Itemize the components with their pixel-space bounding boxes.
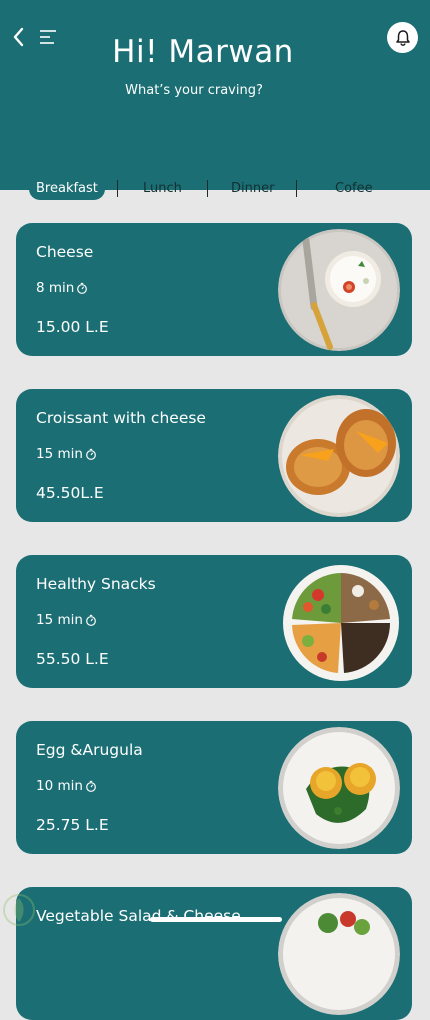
food-name: Vegetable Salad & Cheese — [36, 907, 241, 925]
tab-dinner[interactable]: Dinner — [231, 178, 274, 200]
timer-icon — [77, 282, 88, 294]
timer-icon — [86, 448, 96, 460]
tab-cofee[interactable]: Cofee — [335, 178, 373, 200]
prep-time: 15 min — [36, 446, 97, 462]
food-card-healthy-snacks[interactable]: Healthy Snacks 15 min 55.50 L.E — [16, 555, 412, 688]
food-card-croissant[interactable]: Croissant with cheese 15 min 45.50L.E — [16, 389, 412, 522]
snacks-plate-image — [278, 561, 400, 683]
food-card-vegetable-salad[interactable]: Vegetable Salad & Cheese — [16, 887, 412, 1020]
tab-divider — [117, 180, 118, 197]
timer-icon — [86, 614, 96, 626]
tab-breakfast[interactable]: Breakfast — [29, 178, 105, 200]
food-price: 25.75 L.E — [36, 816, 109, 834]
prep-time-value: 10 min — [36, 778, 83, 794]
food-price: 45.50L.E — [36, 484, 104, 502]
tab-lunch[interactable]: Lunch — [143, 178, 182, 200]
food-card-cheese[interactable]: Cheese 8 min 15.00 L.E — [16, 223, 412, 356]
salad-plate-image — [278, 893, 400, 1015]
food-price: 55.50 L.E — [36, 650, 109, 668]
prep-time: 10 min — [36, 778, 97, 794]
prep-time-value: 15 min — [36, 446, 83, 462]
food-name: Croissant with cheese — [36, 409, 206, 427]
croissant-plate-image — [278, 395, 400, 517]
cheese-plate-image — [278, 229, 400, 351]
egg-plate-image — [278, 727, 400, 849]
prep-time-value: 15 min — [36, 612, 83, 628]
home-indicator[interactable] — [150, 917, 282, 922]
prep-time-value: 8 min — [36, 280, 75, 296]
food-name: Cheese — [36, 243, 94, 261]
timer-icon — [86, 780, 96, 792]
food-name: Egg &Arugula — [36, 741, 143, 759]
logo-watermark — [3, 894, 35, 926]
tab-divider — [207, 180, 208, 197]
greeting-title: Hi! Marwan — [112, 34, 294, 70]
food-card-egg-arugula[interactable]: Egg &Arugula 10 min 25.75 L.E — [16, 721, 412, 854]
food-name: Healthy Snacks — [36, 575, 156, 593]
prep-time: 8 min — [36, 280, 88, 296]
food-price: 15.00 L.E — [36, 318, 109, 336]
prep-time: 15 min — [36, 612, 97, 628]
craving-subtitle: What’s your craving? — [125, 83, 263, 98]
category-tabs: Breakfast Lunch Dinner Cofee — [0, 176, 430, 204]
tab-divider — [296, 180, 297, 197]
